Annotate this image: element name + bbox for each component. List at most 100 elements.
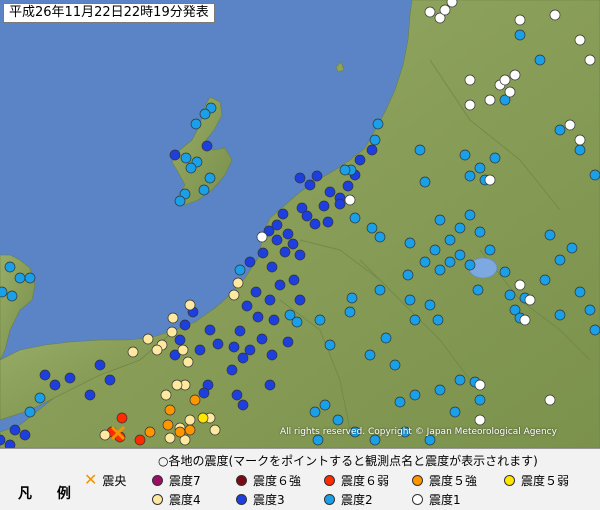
station-marker-shindo-1[interactable] [574, 34, 586, 46]
station-marker-shindo-2[interactable] [346, 292, 358, 304]
station-marker-shindo-3[interactable] [4, 439, 16, 448]
station-marker-shindo-3[interactable] [64, 372, 76, 384]
station-marker-shindo-5plus[interactable] [189, 394, 201, 406]
station-marker-shindo-2[interactable] [319, 399, 331, 411]
station-marker-shindo-2[interactable] [372, 118, 384, 130]
station-marker-shindo-4[interactable] [228, 289, 240, 301]
station-marker-shindo-2[interactable] [309, 406, 321, 418]
station-marker-shindo-3[interactable] [318, 200, 330, 212]
station-marker-shindo-2[interactable] [464, 259, 476, 271]
station-marker-shindo-2[interactable] [374, 231, 386, 243]
station-marker-shindo-2[interactable] [432, 314, 444, 326]
station-marker-shindo-5plus[interactable] [174, 426, 186, 438]
station-marker-shindo-4[interactable] [232, 277, 244, 289]
station-marker-shindo-3[interactable] [309, 218, 321, 230]
station-marker-shindo-2[interactable] [190, 118, 202, 130]
station-marker-shindo-1[interactable] [424, 6, 436, 18]
station-marker-shindo-5minus[interactable] [197, 412, 209, 424]
station-marker-shindo-2[interactable] [424, 299, 436, 311]
station-marker-shindo-3[interactable] [277, 208, 289, 220]
station-marker-shindo-2[interactable] [584, 304, 596, 316]
station-marker-shindo-2[interactable] [504, 289, 516, 301]
station-marker-shindo-2[interactable] [566, 242, 578, 254]
station-marker-shindo-2[interactable] [380, 332, 392, 344]
station-marker-shindo-3[interactable] [264, 379, 276, 391]
station-marker-shindo-3[interactable] [228, 341, 240, 353]
station-marker-shindo-4[interactable] [184, 414, 196, 426]
station-marker-shindo-4[interactable] [151, 344, 163, 356]
station-marker-shindo-2[interactable] [402, 269, 414, 281]
station-marker-shindo-2[interactable] [444, 234, 456, 246]
station-marker-shindo-1[interactable] [574, 134, 586, 146]
station-marker-shindo-2[interactable] [344, 306, 356, 318]
station-marker-shindo-3[interactable] [252, 311, 264, 323]
station-marker-shindo-2[interactable] [199, 108, 211, 120]
station-marker-shindo-3[interactable] [271, 234, 283, 246]
station-marker-shindo-3[interactable] [194, 344, 206, 356]
station-marker-shindo-1[interactable] [464, 74, 476, 86]
station-marker-shindo-3[interactable] [294, 294, 306, 306]
station-marker-shindo-1[interactable] [446, 0, 458, 8]
station-marker-shindo-4[interactable] [209, 424, 221, 436]
station-marker-shindo-3[interactable] [49, 379, 61, 391]
station-marker-shindo-3[interactable] [84, 389, 96, 401]
station-marker-shindo-4[interactable] [167, 312, 179, 324]
station-marker-shindo-1[interactable] [504, 86, 516, 98]
station-marker-shindo-2[interactable] [198, 184, 210, 196]
station-marker-shindo-3[interactable] [274, 279, 286, 291]
station-marker-shindo-2[interactable] [34, 392, 46, 404]
station-marker-shindo-2[interactable] [449, 406, 461, 418]
station-marker-shindo-2[interactable] [539, 274, 551, 286]
station-marker-shindo-3[interactable] [169, 149, 181, 161]
station-marker-shindo-2[interactable] [332, 414, 344, 426]
station-marker-shindo-3[interactable] [234, 325, 246, 337]
station-marker-shindo-2[interactable] [414, 144, 426, 156]
station-marker-shindo-2[interactable] [366, 222, 378, 234]
station-marker-shindo-2[interactable] [454, 374, 466, 386]
station-marker-shindo-2[interactable] [474, 394, 486, 406]
station-marker-shindo-2[interactable] [404, 237, 416, 249]
station-marker-shindo-3[interactable] [244, 256, 256, 268]
station-marker-shindo-3[interactable] [237, 399, 249, 411]
station-marker-shindo-3[interactable] [282, 336, 294, 348]
station-marker-shindo-3[interactable] [366, 144, 378, 156]
station-marker-shindo-1[interactable] [509, 69, 521, 81]
station-marker-shindo-3[interactable] [198, 387, 210, 399]
station-marker-shindo-4[interactable] [171, 379, 183, 391]
station-marker-shindo-1[interactable] [514, 14, 526, 26]
station-marker-shindo-2[interactable] [314, 314, 326, 326]
station-marker-shindo-2[interactable] [369, 134, 381, 146]
station-marker-shindo-3[interactable] [19, 429, 31, 441]
station-marker-shindo-2[interactable] [554, 254, 566, 266]
station-marker-shindo-1[interactable] [584, 54, 596, 66]
station-marker-shindo-1[interactable] [549, 9, 561, 21]
station-marker-shindo-2[interactable] [474, 226, 486, 238]
station-marker-shindo-3[interactable] [244, 344, 256, 356]
station-marker-shindo-3[interactable] [104, 374, 116, 386]
station-marker-shindo-3[interactable] [204, 324, 216, 336]
station-marker-shindo-4[interactable] [127, 346, 139, 358]
station-marker-shindo-3[interactable] [287, 238, 299, 250]
station-marker-shindo-5plus[interactable] [184, 424, 196, 436]
station-marker-shindo-5plus[interactable] [162, 419, 174, 431]
station-marker-shindo-3[interactable] [9, 424, 21, 436]
station-marker-shindo-5plus[interactable] [144, 426, 156, 438]
station-marker-shindo-3[interactable] [334, 198, 346, 210]
station-marker-shindo-2[interactable] [434, 214, 446, 226]
station-marker-shindo-3[interactable] [294, 172, 306, 184]
station-marker-shindo-2[interactable] [419, 176, 431, 188]
station-marker-shindo-1[interactable] [564, 119, 576, 131]
station-marker-shindo-1[interactable] [484, 94, 496, 106]
station-marker-shindo-3[interactable] [324, 186, 336, 198]
station-marker-shindo-3[interactable] [231, 389, 243, 401]
station-marker-shindo-2[interactable] [174, 195, 186, 207]
station-marker-shindo-4[interactable] [182, 356, 194, 368]
station-marker-shindo-2[interactable] [454, 249, 466, 261]
station-marker-shindo-2[interactable] [459, 149, 471, 161]
station-marker-shindo-2[interactable] [484, 244, 496, 256]
station-marker-shindo-1[interactable] [474, 379, 486, 391]
station-marker-shindo-2[interactable] [454, 222, 466, 234]
station-marker-shindo-1[interactable] [474, 414, 486, 426]
station-marker-shindo-2[interactable] [339, 164, 351, 176]
station-marker-shindo-2[interactable] [0, 286, 8, 298]
